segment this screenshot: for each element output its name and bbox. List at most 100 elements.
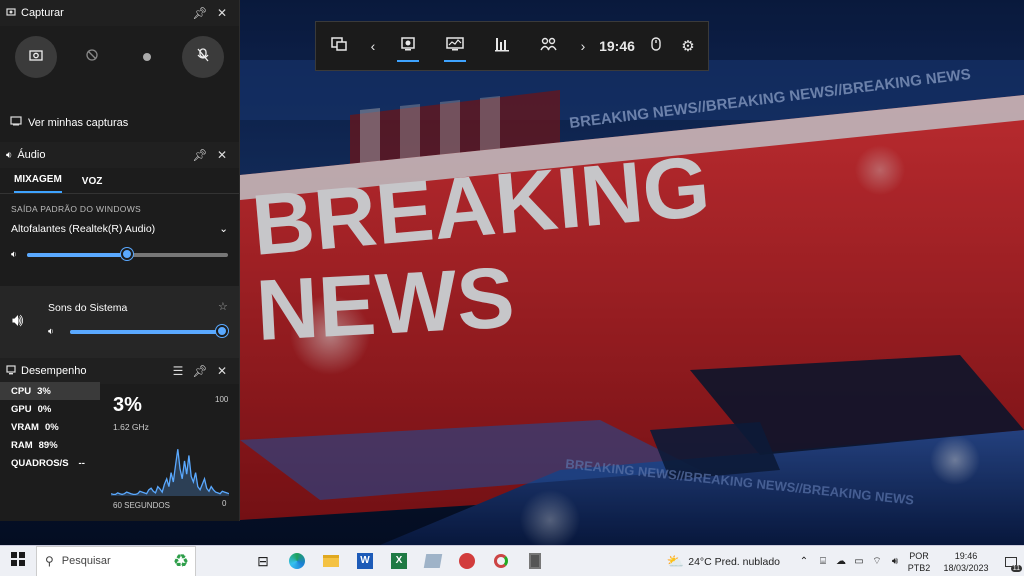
settings-button[interactable]: ⚙	[672, 22, 704, 70]
taskbar-clock[interactable]: 19:46 18/03/2023	[934, 550, 998, 574]
capture-panel: Capturar 📌︎ ✕ Ver minhas capturas	[0, 0, 240, 142]
weather-icon: ⛅	[666, 553, 685, 569]
close-icon[interactable]: ✕	[211, 364, 233, 378]
previous-button[interactable]: ‹	[362, 22, 384, 70]
tab-mixagem[interactable]: MIXAGEM	[14, 174, 62, 193]
widget-menu-button[interactable]	[316, 22, 362, 70]
pin-icon[interactable]: 📌︎	[189, 364, 211, 378]
task-view-icon: ⊟	[257, 552, 269, 569]
system-volume-knob[interactable]	[216, 325, 228, 337]
game-bar: ‹ › 19:46 ⚙	[315, 21, 709, 71]
resources-widget-button[interactable]	[478, 22, 526, 70]
chevron-down-icon: ⌄	[219, 223, 228, 235]
close-icon[interactable]: ✕	[211, 148, 233, 162]
device-volume-fill	[26, 252, 128, 257]
volume-icon: 🔉︎	[48, 326, 54, 336]
recycle-icon: ♻	[172, 550, 189, 571]
excel-button[interactable]: X	[382, 546, 416, 576]
file-explorer-button[interactable]	[314, 546, 348, 576]
battery-icon[interactable]: ▭	[850, 556, 868, 567]
output-device-select[interactable]: Altofalantes (Realtek(R) Audio) ⌄	[0, 214, 239, 235]
output-device-name: Altofalantes (Realtek(R) Audio)	[11, 223, 156, 235]
keyboard-layout: PTB2	[907, 562, 931, 573]
capture-panel-header: Capturar 📌︎ ✕	[0, 0, 239, 26]
record-dot-icon	[143, 53, 152, 61]
resources-icon	[494, 36, 510, 57]
performance-icon	[446, 36, 464, 57]
hardware-icon[interactable]: ⌸	[814, 556, 832, 567]
windows-logo-icon	[11, 551, 25, 571]
task-view-button[interactable]: ⊟	[246, 546, 280, 576]
metrics-list: CPU 3% GPU 0% VRAM 0% RAM 89% QUADROS/S --	[0, 382, 100, 472]
metric-ram[interactable]: RAM 89%	[0, 436, 100, 454]
tray-chevron-up-icon[interactable]: ⌃	[794, 556, 814, 567]
system-tray: ⛅ 24°C Pred. nublado ⌃ ⌸ ☁ ▭ ⌔ 🔊︎ POR PT…	[667, 546, 1024, 576]
weather-text[interactable]: 24°C Pred. nublado	[688, 556, 780, 568]
language-indicator[interactable]: POR PTB2	[904, 550, 934, 574]
next-button[interactable]: ›	[572, 22, 594, 70]
pin-icon[interactable]: 📌︎	[189, 6, 211, 20]
record-last-button[interactable]	[71, 36, 113, 78]
system-volume-slider[interactable]	[70, 325, 228, 337]
metric-cpu[interactable]: CPU 3%	[0, 382, 100, 400]
taskbar: ⚲ Pesquisar ♻ ⊟ W X ⛅ 24°C Pred. nublado…	[0, 545, 1024, 576]
folder-icon	[323, 555, 339, 567]
cpu-history-graph	[111, 449, 229, 496]
cloud-icon[interactable]: ☁	[832, 556, 850, 567]
microphone-toggle-button[interactable]	[182, 36, 225, 78]
capture-widget-button[interactable]	[384, 22, 432, 70]
app-icon	[459, 553, 475, 569]
app-button-2[interactable]	[450, 546, 484, 576]
mouse-icon	[651, 36, 661, 56]
chevron-right-icon: ›	[580, 38, 586, 54]
mouse-button[interactable]	[640, 22, 672, 70]
default-output-label: SAÍDA PADRÃO DO WINDOWS	[11, 204, 142, 214]
cpu-big-value: 3%	[113, 394, 142, 416]
app-icon	[494, 554, 508, 568]
microphone-off-icon	[197, 47, 209, 67]
app-button-3[interactable]	[484, 546, 518, 576]
social-widget-button[interactable]	[526, 22, 572, 70]
clock-date: 18/03/2023	[943, 562, 989, 573]
pin-icon[interactable]: 📌︎	[189, 148, 211, 162]
edge-icon	[289, 553, 305, 569]
word-button[interactable]: W	[348, 546, 382, 576]
settings-sliders-icon[interactable]: ☰	[167, 364, 189, 378]
system-speaker-icon: 🔊︎	[12, 310, 24, 330]
metric-vram[interactable]: VRAM 0%	[0, 418, 100, 436]
taskbar-search[interactable]: ⚲ Pesquisar ♻	[36, 545, 196, 576]
audio-panel-header: 🔉︎ Áudio 📌︎ ✕	[0, 142, 239, 168]
performance-panel-header: Desempenho ☰ 📌︎ ✕	[0, 358, 239, 384]
history-icon	[85, 48, 99, 67]
volume-icon: 🔉︎	[11, 249, 17, 259]
performance-panel-title: Desempenho	[21, 365, 87, 377]
system-sounds-label: Sons do Sistema	[48, 302, 128, 314]
device-volume-slider[interactable]	[26, 247, 228, 260]
start-button[interactable]	[0, 546, 36, 576]
edge-button[interactable]	[280, 546, 314, 576]
app-button-1[interactable]	[416, 546, 450, 576]
start-recording-button[interactable]	[126, 36, 168, 78]
calculator-icon	[529, 553, 541, 569]
star-icon[interactable]: ☆	[218, 300, 228, 313]
performance-widget-button[interactable]	[432, 22, 478, 70]
tab-voz[interactable]: VOZ	[82, 176, 103, 193]
view-captures-link[interactable]: Ver minhas capturas	[10, 116, 128, 129]
camera-icon	[29, 48, 43, 66]
gamebar-clock: 19:46	[599, 38, 635, 54]
wifi-icon[interactable]: ⌔	[868, 555, 886, 568]
system-volume-fill	[70, 330, 222, 334]
device-volume-knob[interactable]	[121, 247, 134, 260]
screenshot-button[interactable]	[14, 36, 57, 78]
gear-icon: ⚙	[681, 38, 695, 55]
notification-button[interactable]: 11	[998, 546, 1024, 576]
metric-fps[interactable]: QUADROS/S --	[0, 454, 100, 472]
volume-tray-icon[interactable]: 🔊︎	[886, 556, 904, 567]
notification-count: 11	[1010, 565, 1022, 572]
capture-panel-icon	[6, 7, 16, 20]
app-icon	[423, 554, 443, 568]
metric-gpu[interactable]: GPU 0%	[0, 400, 100, 418]
close-icon[interactable]: ✕	[211, 6, 233, 20]
calculator-button[interactable]	[518, 546, 552, 576]
excel-icon: X	[391, 553, 407, 569]
